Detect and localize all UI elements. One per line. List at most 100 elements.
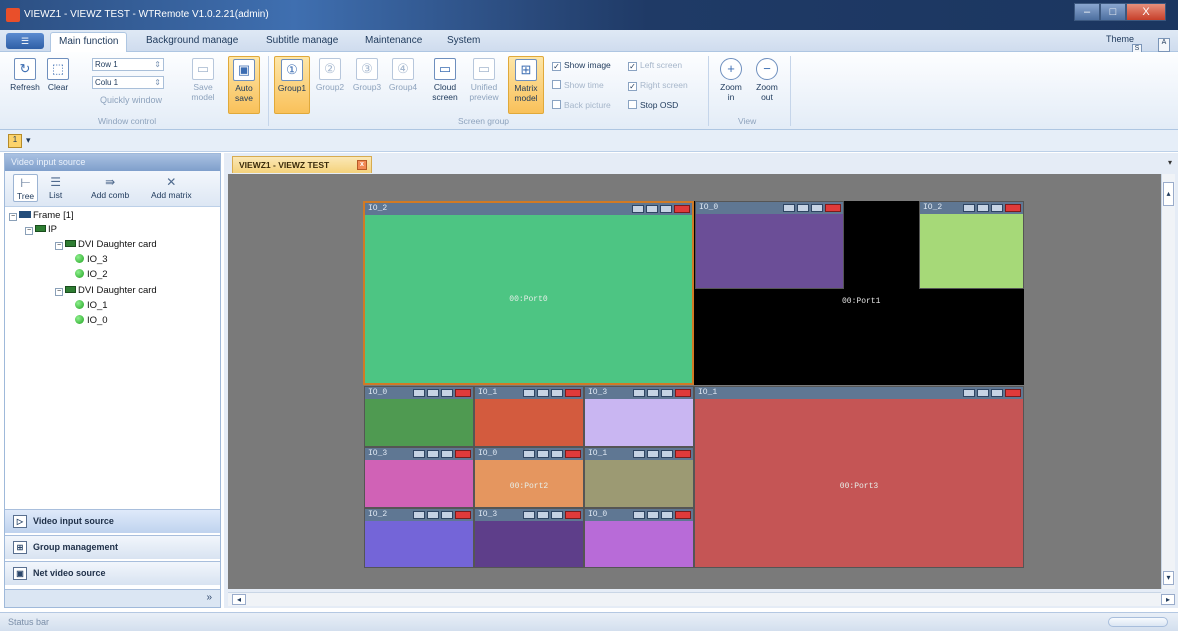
window-ctrl-icon[interactable] (661, 450, 673, 458)
video-window[interactable]: IO_3 (364, 447, 474, 508)
customize-dropdown-icon[interactable]: ▾ (26, 135, 31, 146)
group3-button[interactable]: ③ Group3 (350, 58, 384, 92)
row-stepper[interactable]: Row 1 ⇕ (92, 58, 164, 71)
window-ctrl-icon[interactable] (632, 205, 644, 213)
close-tab-icon[interactable]: x (357, 160, 367, 170)
tree-ip-node[interactable]: − IP (25, 224, 57, 235)
tree-view-button[interactable]: ⊢ Tree (13, 174, 39, 202)
theme-label[interactable]: Theme (1106, 34, 1134, 44)
clear-button[interactable]: ⬚ Clear (44, 58, 72, 92)
tree-source-item[interactable]: IO_3 (75, 254, 108, 265)
window-ctrl-icon[interactable] (551, 450, 563, 458)
window-ctrl-icon[interactable] (977, 389, 989, 397)
scroll-down-icon[interactable]: ▾ (1163, 571, 1174, 585)
add-comb-button[interactable]: ⇛ Add comb (91, 174, 129, 200)
video-window[interactable]: IO_1 (474, 386, 584, 447)
tree-frame-node[interactable]: − Frame [1] (9, 210, 74, 221)
maximize-button[interactable]: □ (1100, 3, 1126, 21)
zoom-in-button[interactable]: + Zoom in (716, 58, 746, 102)
vertical-scrollbar[interactable]: ▴ ▾ (1161, 174, 1175, 589)
video-window[interactable]: IO_3 (584, 386, 694, 447)
show-time-checkbox[interactable]: Show time (552, 80, 604, 90)
window-close-icon[interactable] (674, 205, 690, 213)
window-close-icon[interactable] (565, 511, 581, 519)
window-ctrl-icon[interactable] (633, 450, 645, 458)
window-ctrl-icon[interactable] (647, 389, 659, 397)
window-ctrl-icon[interactable] (413, 450, 425, 458)
quickly-window-button[interactable]: Quickly window (100, 95, 162, 105)
scroll-right-icon[interactable]: ▸ (1161, 594, 1175, 605)
tree-source-item[interactable]: IO_1 (75, 300, 108, 311)
window-ctrl-icon[interactable] (646, 205, 658, 213)
window-ctrl-icon[interactable] (963, 389, 975, 397)
video-window[interactable]: IO_0 00:Port2 (474, 447, 584, 508)
group4-button[interactable]: ④ Group4 (386, 58, 420, 92)
nav-overflow[interactable]: » (5, 589, 220, 607)
window-close-icon[interactable] (675, 450, 691, 458)
tree-source-item[interactable]: IO_0 (75, 315, 108, 326)
window-ctrl-icon[interactable] (523, 511, 535, 519)
show-image-checkbox[interactable]: ✓ Show image (552, 60, 611, 71)
tab-list-dropdown-icon[interactable]: ▾ (1168, 158, 1172, 167)
window-close-icon[interactable] (455, 511, 471, 519)
window-ctrl-icon[interactable] (523, 389, 535, 397)
left-screen-checkbox[interactable]: ✓ Left screen (628, 60, 682, 71)
back-picture-checkbox[interactable]: Back picture (552, 100, 611, 110)
layout-icon[interactable]: 1 (8, 134, 22, 148)
app-menu-button[interactable]: ☰ (6, 33, 44, 49)
window-ctrl-icon[interactable] (783, 204, 795, 212)
video-window[interactable]: IO_2 (364, 508, 474, 568)
window-ctrl-icon[interactable] (413, 389, 425, 397)
window-ctrl-icon[interactable] (427, 511, 439, 519)
window-close-icon[interactable] (1005, 204, 1021, 212)
window-ctrl-icon[interactable] (797, 204, 809, 212)
window-close-icon[interactable] (455, 389, 471, 397)
window-ctrl-icon[interactable] (991, 389, 1003, 397)
window-ctrl-icon[interactable] (991, 204, 1003, 212)
resize-grip[interactable] (1108, 617, 1168, 627)
window-ctrl-icon[interactable] (427, 450, 439, 458)
stop-osd-checkbox[interactable]: Stop OSD (628, 100, 678, 110)
video-window[interactable]: IO_0 (364, 386, 474, 447)
horizontal-scrollbar[interactable]: ◂ ▸ (228, 592, 1175, 606)
window-ctrl-icon[interactable] (660, 205, 672, 213)
document-tab[interactable]: VIEWZ1 - VIEWZ TEST x (232, 156, 372, 173)
window-ctrl-icon[interactable] (647, 511, 659, 519)
auto-save-button[interactable]: ▣ Auto save (228, 56, 260, 114)
matrix-model-button[interactable]: ⊞ Matrix model (508, 56, 544, 114)
group2-button[interactable]: ② Group2 (313, 58, 347, 92)
window-ctrl-icon[interactable] (647, 450, 659, 458)
window-ctrl-icon[interactable] (537, 389, 549, 397)
window-ctrl-icon[interactable] (441, 511, 453, 519)
tab-system[interactable]: System (447, 35, 480, 46)
window-ctrl-icon[interactable] (633, 389, 645, 397)
save-model-button[interactable]: ▭ Save model (188, 58, 218, 102)
right-screen-checkbox[interactable]: ✓ Right screen (628, 80, 688, 91)
video-window[interactable]: IO_2 (919, 201, 1024, 289)
group1-button[interactable]: ① Group1 (274, 56, 310, 114)
window-close-icon[interactable] (455, 450, 471, 458)
nav-net-video-source[interactable]: ▣ Net video source (5, 561, 220, 585)
refresh-button[interactable]: ↻ Refresh (8, 58, 42, 92)
window-ctrl-icon[interactable] (441, 389, 453, 397)
window-close-icon[interactable] (675, 511, 691, 519)
window-ctrl-icon[interactable] (427, 389, 439, 397)
video-window[interactable]: IO_0 (584, 508, 694, 568)
list-view-button[interactable]: ☰ List (49, 174, 62, 200)
window-close-icon[interactable] (1005, 389, 1021, 397)
window-ctrl-icon[interactable] (811, 204, 823, 212)
window-close-icon[interactable] (565, 389, 581, 397)
video-wall-canvas[interactable]: IO_2 00:Port0 00:Port1 IO_0 IO_2 IO_0 IO… (228, 174, 1161, 589)
video-window[interactable]: IO_3 (474, 508, 584, 568)
window-ctrl-icon[interactable] (537, 511, 549, 519)
scroll-up-icon[interactable]: ▴ (1163, 182, 1174, 206)
scroll-left-icon[interactable]: ◂ (232, 594, 246, 605)
tree-card-node[interactable]: − DVI Daughter card (55, 239, 157, 250)
window-ctrl-icon[interactable] (413, 511, 425, 519)
window-ctrl-icon[interactable] (551, 511, 563, 519)
help-icon[interactable]: A (1158, 38, 1170, 52)
window-close-icon[interactable] (825, 204, 841, 212)
tree-source-item[interactable]: IO_2 (75, 269, 108, 280)
window-ctrl-icon[interactable] (551, 389, 563, 397)
cloud-screen-button[interactable]: ▭ Cloud screen (428, 58, 462, 102)
